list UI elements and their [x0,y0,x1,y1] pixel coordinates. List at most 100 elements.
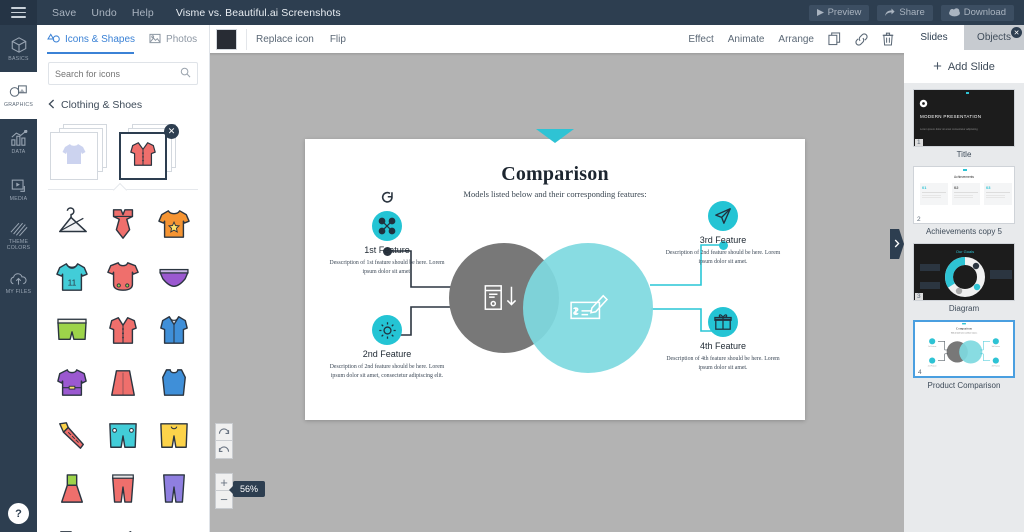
trash-icon[interactable] [882,32,894,46]
slide-thumbnail-item[interactable]: Our Goals 3 Diagram [913,243,1015,313]
icon-placeholder-front[interactable] [50,132,98,180]
teal-shorts-icon [107,421,139,451]
flip-button[interactable]: Flip [330,34,346,45]
slide-canvas[interactable]: Comparison Models listed below and their… [305,129,805,420]
icons-panel: Icons & Shapes Photos Search for icons C… [37,25,210,532]
rail-item-basics[interactable]: BASICS [0,25,37,72]
thumb-line [954,192,978,193]
tab-photos[interactable]: Photos [149,31,197,49]
slide-label: Product Comparison [927,381,1001,390]
icon-cell[interactable] [48,358,97,407]
feature-block-2[interactable]: 2nd Feature Description of 2nd feature s… [327,315,447,381]
slide-thumbnail-item[interactable]: Achievements 01 02 03 2 Achievements cop… [913,166,1015,236]
slide-number: 3 [915,293,923,300]
thumb-line [986,192,1010,193]
preview-button[interactable]: Preview [808,4,870,21]
donut-diagram-preview: Our Goals [920,249,1012,297]
icon-cell[interactable] [48,305,97,354]
rail-label-my-files: MY FILES [5,289,32,295]
feature-block-4[interactable]: 4th Feature Description of 4th feature s… [663,307,783,373]
slide-thumbnail-3[interactable]: Our Goals 3 [913,243,1015,301]
feature-block-1[interactable]: 1st Feature Desscription of 1st feature … [327,211,447,277]
icon-cell[interactable] [48,411,97,460]
curved-redo-button[interactable] [215,423,233,441]
tab-icons-and-shapes[interactable]: Icons & Shapes [47,31,135,49]
icon-cell[interactable]: 11 [48,252,97,301]
replace-icon-button[interactable]: Replace icon [256,34,314,45]
media-play-icon [10,177,28,194]
thumb-card-number: 01 [922,185,927,190]
icon-cell[interactable] [149,305,198,354]
icon-cell[interactable] [48,464,97,513]
help-button[interactable]: ? [8,503,29,524]
icon-cell[interactable] [149,517,198,532]
icon-cell[interactable] [149,358,198,407]
search-icon[interactable] [180,65,191,83]
rail-label-graphics: GRAPHICS [3,102,34,108]
slide-thumbnail-1[interactable]: MODERN PRESENTATION Lorem ipsum dolor si… [913,89,1015,147]
icon-cell[interactable] [48,517,97,532]
add-slide-button[interactable]: + Add Slide [904,50,1024,83]
slide-thumbnail-4[interactable]: Comparison Models listed below and their… [913,320,1015,378]
tab-slides[interactable]: Slides [904,25,964,50]
icon-cell[interactable] [99,464,148,513]
duplicate-icon[interactable] [828,32,841,46]
close-panel-icon[interactable]: ✕ [1011,27,1022,38]
share-button[interactable]: Share [877,4,933,21]
effect-button[interactable]: Effect [688,34,713,45]
rail-item-media[interactable]: MEDIA [0,166,37,213]
animate-button[interactable]: Animate [728,34,765,45]
icon-cell[interactable] [149,411,198,460]
icon-selected-front[interactable] [119,132,167,180]
search-input-wrapper[interactable] [48,62,198,85]
icon-cell[interactable] [99,252,148,301]
menu-help[interactable]: Help [132,7,154,19]
search-input[interactable] [55,68,180,79]
top-bar-actions: Preview Share Download [808,0,1024,25]
icon-cell[interactable] [99,199,148,248]
slide-label: Achievements copy 5 [925,227,1003,236]
icon-cell[interactable] [149,464,198,513]
pink-high-heel-icon [107,527,139,532]
icon-cell[interactable] [48,199,97,248]
slide-thumbnail-2[interactable]: Achievements 01 02 03 2 [913,166,1015,224]
icon-cell[interactable] [99,517,148,532]
icon-cell[interactable] [99,305,148,354]
icon-selected-card[interactable]: ✕ [119,124,179,180]
red-cardigan-icon [128,139,158,174]
icon-cell[interactable] [149,252,198,301]
curved-undo-button[interactable] [215,441,233,459]
thumb-line [954,194,974,196]
icon-cell[interactable] [149,199,198,248]
breadcrumb[interactable]: Clothing & Shoes [48,96,198,114]
rail-item-my-files[interactable]: MY FILES [0,260,37,307]
yellow-tie-icon [56,420,88,452]
icon-color-swatch[interactable] [216,28,237,50]
feature-block-3[interactable]: 3rd Feature Description of 2nd feature s… [663,201,783,267]
close-icon[interactable]: ✕ [164,124,179,139]
icon-cell[interactable] [99,411,148,460]
menu-undo[interactable]: Undo [91,7,117,19]
gear-cog-icon [372,315,402,345]
arrange-button[interactable]: Arrange [778,34,814,45]
download-button[interactable]: Download [940,4,1014,21]
tshirt-placeholder-icon [61,142,87,171]
thumb-line [922,192,946,193]
svg-text:11: 11 [68,277,77,287]
blue-tanktop-dress-icon [158,368,190,398]
menu-save[interactable]: Save [52,7,76,19]
rail-item-graphics[interactable]: GRAPHICS [0,72,37,119]
properties-bar: Replace icon Flip Effect Animate Arrange [210,25,904,53]
hamburger-menu-button[interactable] [0,0,37,25]
icon-placeholder-card[interactable] [50,124,107,180]
active-tab-underline [47,52,134,54]
icon-cell[interactable] [99,358,148,407]
slide-thumbnail-item[interactable]: MODERN PRESENTATION Lorem ipsum dolor si… [913,89,1015,159]
rail-item-theme-colors[interactable]: THEME COLORS [0,213,37,260]
slide-thumbnail-item[interactable]: Comparison Models listed below and their… [913,320,1015,390]
rail-item-data[interactable]: DATA [0,119,37,166]
chevron-left-icon[interactable] [48,96,55,114]
four-dots-network-icon [372,211,402,241]
link-icon[interactable] [855,32,868,46]
icon-grid: 11 [48,199,198,532]
